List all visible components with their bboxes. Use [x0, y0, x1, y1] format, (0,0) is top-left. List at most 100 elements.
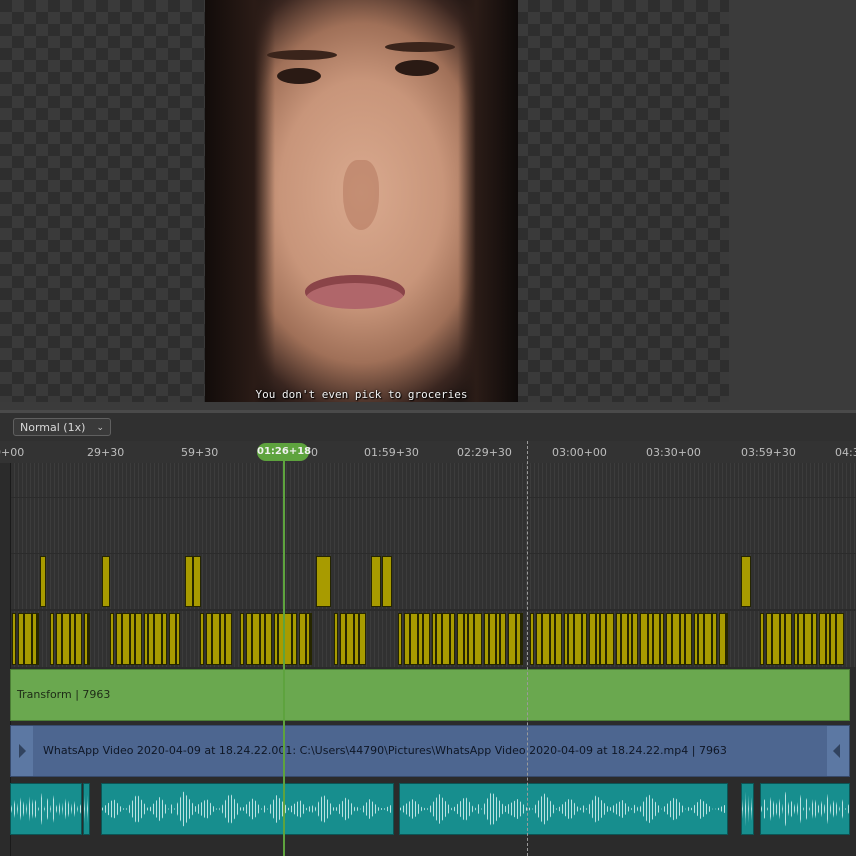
- keyframe-bar[interactable]: [212, 613, 220, 665]
- clip-trim-handle-left[interactable]: [11, 726, 33, 776]
- keyframe-bar[interactable]: [110, 613, 114, 665]
- keyframe-bar[interactable]: [804, 613, 812, 665]
- keyframe-bar[interactable]: [719, 613, 726, 665]
- keyframe-bar[interactable]: [606, 613, 614, 665]
- keyframe-bar[interactable]: [24, 613, 32, 665]
- keyframe-bar[interactable]: [62, 613, 70, 665]
- keyframe-bar[interactable]: [346, 613, 354, 665]
- keyframe-bar[interactable]: [40, 556, 46, 607]
- keyframe-bar[interactable]: [530, 613, 534, 665]
- audio-clip[interactable]: [10, 783, 82, 835]
- keyframe-bar[interactable]: [135, 613, 142, 665]
- track-keyframes-lower: [10, 611, 856, 667]
- audio-waveform: [11, 791, 81, 827]
- keyframe-bar[interactable]: [334, 613, 338, 665]
- ruler-tick: 03:00+00: [552, 446, 607, 459]
- keyframe-bar[interactable]: [225, 613, 232, 665]
- ruler-tick: 04:3: [835, 446, 856, 459]
- track-keyframes-upper: [10, 554, 856, 609]
- audio-clip[interactable]: [741, 783, 754, 835]
- keyframe-bar[interactable]: [185, 556, 193, 607]
- clip-trim-handle-right[interactable]: [827, 726, 849, 776]
- keyframe-bar[interactable]: [154, 613, 162, 665]
- keyframe-bar[interactable]: [75, 613, 82, 665]
- keyframe-bar[interactable]: [500, 613, 506, 665]
- keyframe-bar[interactable]: [169, 613, 176, 665]
- keyframe-bar[interactable]: [457, 613, 464, 665]
- track-empty-2: [10, 498, 856, 553]
- keyframe-bar[interactable]: [176, 613, 180, 665]
- keyframe-bar[interactable]: [582, 613, 587, 665]
- track-empty-1: [10, 463, 856, 497]
- keyframe-bar[interactable]: [442, 613, 450, 665]
- keyframe-bar[interactable]: [621, 613, 628, 665]
- keyframe-bar[interactable]: [672, 613, 680, 665]
- keyframe-bar[interactable]: [555, 613, 562, 665]
- audio-clip[interactable]: [101, 783, 394, 835]
- video-clip[interactable]: WhatsApp Video 2020-04-09 at 18.24.22.00…: [10, 725, 850, 777]
- keyframe-bar[interactable]: [193, 556, 201, 607]
- keyframe-bar[interactable]: [410, 613, 418, 665]
- keyframe-bar[interactable]: [265, 613, 272, 665]
- keyframe-bar[interactable]: [423, 613, 430, 665]
- keyframe-bar[interactable]: [316, 556, 331, 607]
- keyframe-bar[interactable]: [371, 556, 381, 607]
- keyframe-bar[interactable]: [450, 613, 455, 665]
- audio-clip[interactable]: [760, 783, 850, 835]
- keyframe-bar[interactable]: [704, 613, 712, 665]
- keyframe-bar[interactable]: [508, 613, 516, 665]
- keyframe-bar[interactable]: [359, 613, 366, 665]
- keyframe-bar[interactable]: [521, 613, 523, 665]
- chevron-down-icon: ⌄: [96, 423, 104, 433]
- keyframe-bar[interactable]: [292, 613, 297, 665]
- keyframe-bar[interactable]: [12, 613, 16, 665]
- mouth: [305, 275, 405, 309]
- keyframe-bar[interactable]: [310, 613, 312, 665]
- timeline-ruler[interactable]: 0+00 29+30 59+30 0 01:59+30 02:29+30 03:…: [0, 441, 856, 464]
- keyframe-bar[interactable]: [88, 613, 90, 665]
- playhead-line[interactable]: [283, 461, 285, 856]
- keyframe-bar[interactable]: [240, 613, 244, 665]
- keyframe-bar[interactable]: [299, 613, 306, 665]
- audio-clip[interactable]: [83, 783, 90, 835]
- keyframe-bar[interactable]: [836, 613, 844, 665]
- keyframe-bar[interactable]: [542, 613, 550, 665]
- keyframe-bar[interactable]: [574, 613, 582, 665]
- audio-waveform: [84, 791, 89, 827]
- keyframe-bar[interactable]: [660, 613, 664, 665]
- playhead-time-badge[interactable]: 01:26+18: [257, 443, 311, 461]
- keyframe-bar[interactable]: [122, 613, 130, 665]
- playback-speed-select[interactable]: Normal (1x) ⌄: [13, 418, 111, 436]
- keyframe-bar[interactable]: [50, 613, 54, 665]
- keyframe-bar[interactable]: [162, 613, 167, 665]
- ruler-tick: 03:30+00: [646, 446, 701, 459]
- audio-waveform: [400, 791, 727, 827]
- keyframe-bar[interactable]: [284, 613, 292, 665]
- keyframe-bar[interactable]: [252, 613, 260, 665]
- keyframe-bar[interactable]: [812, 613, 817, 665]
- keyframe-bar[interactable]: [382, 556, 392, 607]
- keyframe-bar[interactable]: [474, 613, 482, 665]
- keyframe-bar[interactable]: [640, 613, 648, 665]
- keyframe-bar[interactable]: [685, 613, 692, 665]
- transform-clip[interactable]: Transform | 7963: [10, 669, 850, 721]
- keyframe-bar[interactable]: [819, 613, 826, 665]
- keyframe-bar[interactable]: [398, 613, 402, 665]
- keyframe-bar[interactable]: [741, 556, 751, 607]
- keyframe-bar[interactable]: [589, 613, 596, 665]
- keyframe-bar[interactable]: [653, 613, 660, 665]
- keyframe-bar[interactable]: [37, 613, 39, 665]
- keyframe-bar[interactable]: [102, 556, 110, 607]
- video-clip-label: WhatsApp Video 2020-04-09 at 18.24.22.00…: [43, 744, 727, 757]
- keyframe-bar[interactable]: [712, 613, 717, 665]
- keyframe-bar[interactable]: [200, 613, 204, 665]
- keyframe-bar[interactable]: [760, 613, 764, 665]
- video-frame: [205, 0, 518, 402]
- keyframe-bar[interactable]: [489, 613, 496, 665]
- audio-clip[interactable]: [399, 783, 728, 835]
- keyframe-bar[interactable]: [772, 613, 780, 665]
- triangle-left-icon: [833, 744, 840, 758]
- keyframe-bar[interactable]: [632, 613, 638, 665]
- keyframe-bar[interactable]: [785, 613, 792, 665]
- keyframe-bar[interactable]: [726, 613, 728, 665]
